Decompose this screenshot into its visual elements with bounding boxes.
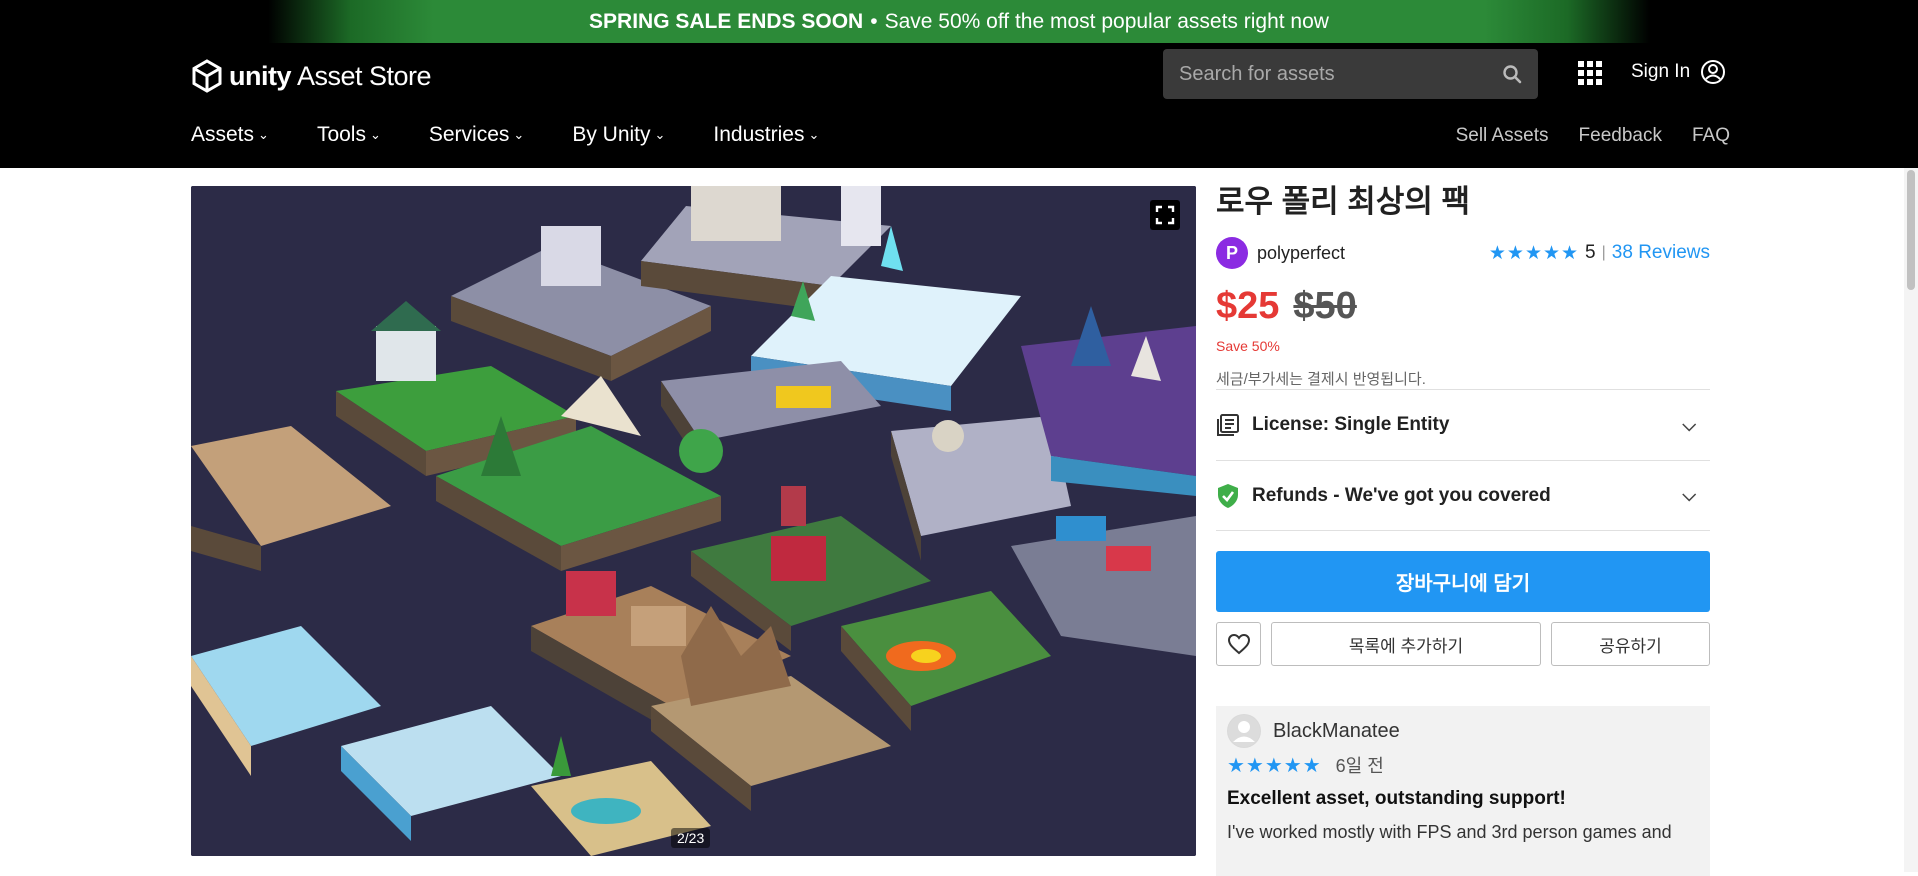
review-meta: ★★★★★ 6일 전 xyxy=(1227,752,1699,778)
sell-assets-link[interactable]: Sell Assets xyxy=(1456,125,1549,147)
review-title: Excellent asset, outstanding support! xyxy=(1227,788,1566,809)
search-input[interactable] xyxy=(1179,62,1502,86)
promo-banner-content[interactable]: SPRING SALE ENDS SOON • Save 50% off the… xyxy=(268,0,1650,43)
nav-services-label: Services xyxy=(428,123,510,146)
fullscreen-button[interactable] xyxy=(1150,200,1180,230)
price-block: $25 $50 xyxy=(1216,285,1710,328)
rating-value: 5 xyxy=(1585,242,1596,263)
license-document-icon xyxy=(1217,414,1239,436)
expand-icon xyxy=(1155,205,1175,225)
publisher-logo-icon: P xyxy=(1216,237,1248,269)
chevron-down-icon: ⌄ xyxy=(258,127,269,142)
logo-unity-text: unity xyxy=(229,60,292,91)
promo-banner[interactable]: SPRING SALE ENDS SOON • Save 50% off the… xyxy=(0,0,1918,43)
save-badge: Save 50% xyxy=(1216,338,1280,354)
chevron-down-icon: ⌄ xyxy=(513,127,525,142)
chevron-down-icon: ⌄ xyxy=(654,127,666,142)
product-purchase-panel: 로우 폴리 최상의 팩 P polyperfect ★★★★★ 5 | 38 R… xyxy=(1216,176,1710,876)
scrollbar-thumb[interactable] xyxy=(1907,170,1915,290)
add-to-cart-button[interactable]: 장바구니에 담기 xyxy=(1216,551,1710,612)
original-price: $50 xyxy=(1293,285,1357,327)
review-body: I've worked mostly with FPS and 3rd pers… xyxy=(1227,822,1672,842)
site-header: unity Asset Store Sign In Assets⌄ Tools⌄… xyxy=(0,43,1918,168)
faq-link[interactable]: FAQ xyxy=(1692,125,1730,147)
chevron-down-icon: ⌄ xyxy=(808,127,820,142)
promo-headline: SPRING SALE ENDS SOON xyxy=(589,9,864,33)
nav-industries[interactable]: Industries ⌄ xyxy=(713,123,819,147)
avatar xyxy=(1227,714,1261,748)
favorite-button[interactable] xyxy=(1216,622,1261,666)
nav-by-unity[interactable]: By Unity ⌄ xyxy=(572,123,665,147)
product-gallery-image[interactable]: 2/23 xyxy=(191,186,1196,856)
review-date: 6일 전 xyxy=(1335,756,1384,776)
promo-separator: • xyxy=(870,9,878,33)
nav-assets[interactable]: Assets ⌄ xyxy=(191,123,269,147)
nav-by-unity-label: By Unity xyxy=(572,123,651,146)
license-accordion[interactable]: License: Single Entity ⌵ xyxy=(1216,389,1710,460)
add-to-list-button[interactable]: 목록에 추가하기 xyxy=(1271,622,1541,666)
reviews-link[interactable]: 38 Reviews xyxy=(1612,242,1710,264)
promo-text: Save 50% off the most popular assets rig… xyxy=(884,9,1329,33)
rating-stars-icon: ★★★★★ xyxy=(1488,242,1580,264)
page-scrollbar[interactable] xyxy=(1904,168,1918,872)
refunds-accordion[interactable]: Refunds - We've got you covered ⌵ xyxy=(1216,460,1710,531)
chevron-down-icon: ⌵ xyxy=(1682,414,1696,435)
sign-in-label: Sign In xyxy=(1631,61,1691,82)
sign-in-button[interactable]: Sign In xyxy=(1631,59,1726,85)
refunds-label: Refunds - We've got you covered xyxy=(1252,484,1551,506)
tax-note: 세금/부가세는 결제시 반영됩니다. xyxy=(1216,371,1426,388)
product-title: 로우 폴리 최상의 팩 xyxy=(1216,184,1470,219)
nav-assets-label: Assets xyxy=(191,123,255,146)
logo-store-text: Asset Store xyxy=(297,60,432,91)
user-account-icon xyxy=(1701,60,1726,84)
sale-price: $25 xyxy=(1216,285,1280,327)
publisher-name: polyperfect xyxy=(1257,242,1346,263)
review-stars-icon: ★★★★★ xyxy=(1227,754,1322,777)
nav-industries-label: Industries xyxy=(713,123,805,146)
low-poly-islands-image xyxy=(191,186,1196,856)
chevron-down-icon: ⌄ xyxy=(369,127,381,142)
license-label: License: Single Entity xyxy=(1252,414,1450,435)
apps-grid-icon[interactable] xyxy=(1578,61,1602,85)
heart-icon xyxy=(1227,633,1250,655)
feedback-link[interactable]: Feedback xyxy=(1579,125,1662,147)
publisher-link[interactable]: P polyperfect xyxy=(1216,237,1345,269)
nav-services[interactable]: Services ⌄ xyxy=(429,123,524,147)
search-icon[interactable] xyxy=(1502,64,1522,84)
gallery-counter: 2/23 xyxy=(671,828,711,848)
publisher-rating-row: P polyperfect ★★★★★ 5 | 38 Reviews xyxy=(1216,235,1710,271)
unity-cube-icon xyxy=(192,59,222,93)
share-button[interactable]: 공유하기 xyxy=(1551,622,1710,666)
chevron-down-icon: ⌵ xyxy=(1682,485,1696,505)
unity-asset-store-logo[interactable]: unity Asset Store xyxy=(191,59,432,93)
user-avatar-icon xyxy=(1228,715,1260,747)
product-rating: ★★★★★ 5 | 38 Reviews xyxy=(1489,242,1710,265)
secondary-actions: 목록에 추가하기 공유하기 xyxy=(1216,622,1710,666)
nav-tools-label: Tools xyxy=(316,123,366,146)
secondary-nav: Sell Assets Feedback FAQ xyxy=(1456,125,1730,147)
search-box[interactable] xyxy=(1163,49,1538,99)
review-author: BlackManatee xyxy=(1273,719,1400,742)
main-nav: Assets ⌄ Tools ⌄ Services ⌄ By Unity ⌄ Indus… xyxy=(191,123,867,147)
review-card: BlackManatee ★★★★★ 6일 전 Excellent asset,… xyxy=(1216,706,1710,876)
shield-check-icon xyxy=(1218,483,1238,508)
review-author-row: BlackManatee xyxy=(1227,714,1699,748)
nav-tools[interactable]: Tools ⌄ xyxy=(317,123,381,147)
rating-separator: | xyxy=(1601,244,1606,261)
